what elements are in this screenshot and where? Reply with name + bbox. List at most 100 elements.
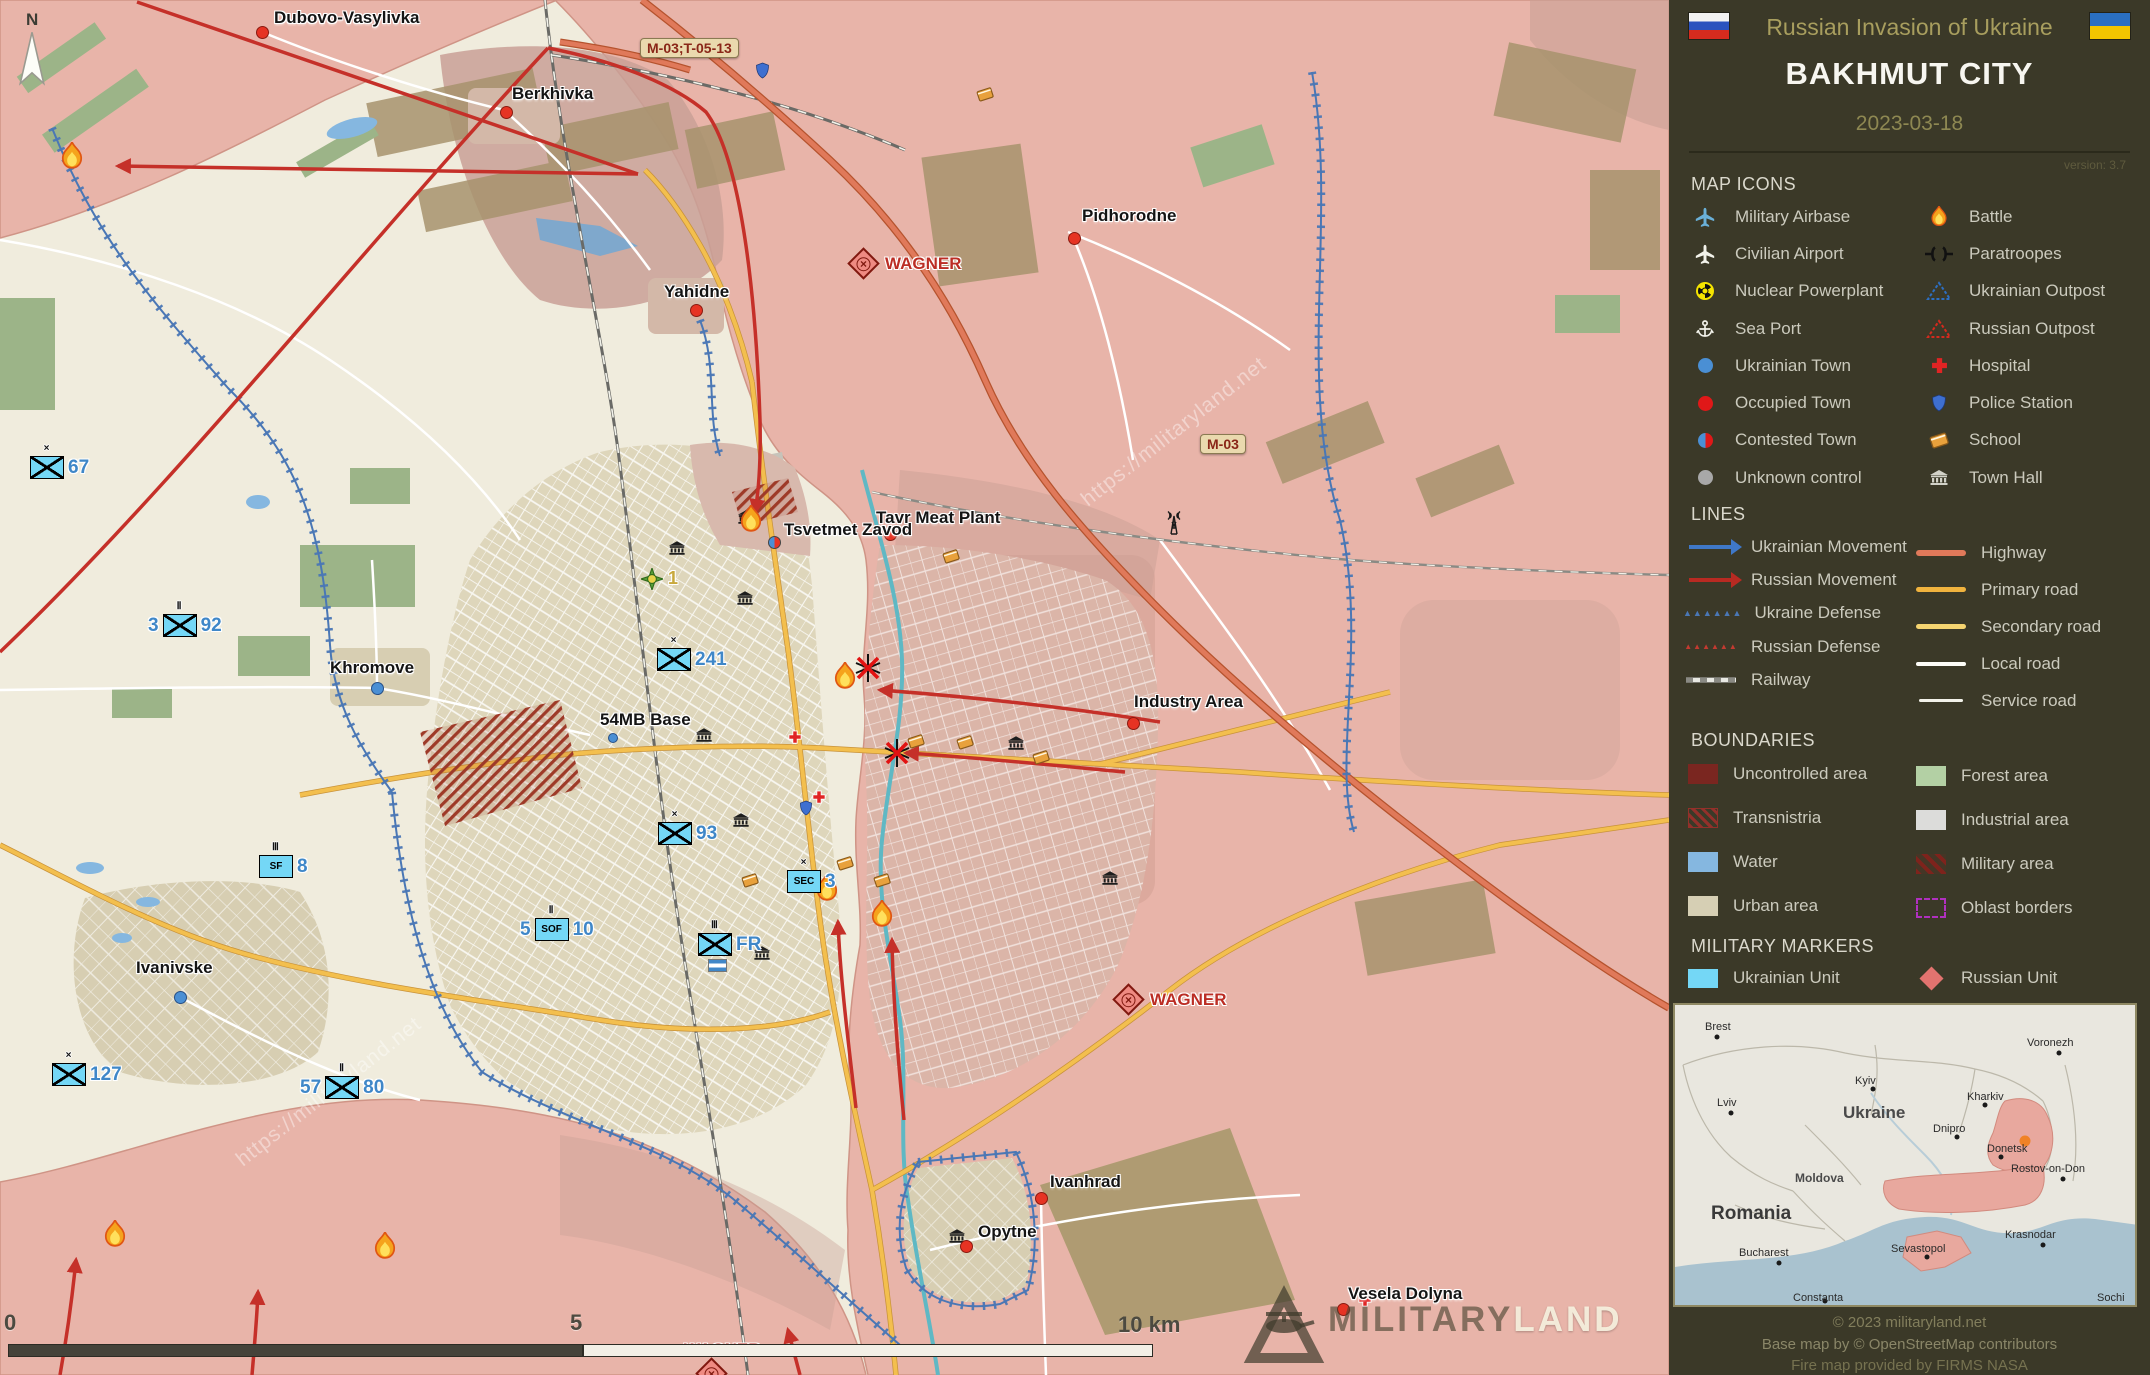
unit-box: ×: [658, 822, 692, 845]
highway-icon: [1913, 550, 1969, 556]
russian-defense-icon: ▲▲▲▲▲▲: [1683, 642, 1739, 651]
russian-unit-icon: [1112, 983, 1145, 1016]
ukrainian-unit-marker: 57 Ⅱ 80: [300, 1076, 384, 1099]
town-label: Ivanhrad: [1050, 1172, 1121, 1192]
ukrainian-town-icon: [1687, 358, 1723, 373]
ukrainian-unit-marker: × 67: [30, 456, 89, 479]
inset-city: Kyiv: [1855, 1075, 1876, 1087]
russian-movement-icon: [1683, 578, 1739, 582]
legend-item: Primary road: [1913, 571, 2101, 608]
legend-item: Ukrainian Outpost: [1921, 273, 2105, 310]
version-label: version: 3.7: [2064, 158, 2126, 172]
occupied-town-dot: [1035, 1192, 1048, 1205]
map-title: BAKHMUT CITY: [1669, 56, 2150, 92]
logo-military: MILITARY: [1328, 1300, 1513, 1339]
oblast-borders-swatch: [1913, 898, 1949, 918]
scale-ten: 10 km: [1118, 1312, 1180, 1338]
scale-zero: 0: [4, 1310, 16, 1336]
legend-panel: Russian Invasion of Ukraine BAKHMUT CITY…: [1669, 0, 2150, 1375]
legend-item: Secondary road: [1913, 608, 2101, 645]
secondary-road-icon: [1913, 624, 1969, 629]
unit-number: 92: [201, 615, 222, 637]
map-date: 2023-03-18: [1669, 112, 2150, 136]
legend-item: Military Airbase: [1687, 198, 1883, 235]
unit-number: 67: [68, 457, 89, 479]
inset-country: Ukraine: [1843, 1103, 1905, 1123]
town-label: Ivanivske: [136, 958, 213, 978]
industrial-area-swatch: [1913, 810, 1949, 830]
occupied-town-dot: [960, 1240, 973, 1253]
occupied-town-dot: [1068, 232, 1081, 245]
map-icons-column-1: Military Airbase Civilian Airport Nuclea…: [1687, 198, 1883, 496]
russian-unit-label: WAGNER: [1150, 990, 1227, 1010]
occupied-town-icon: [1687, 396, 1723, 411]
military-markers-column-2: Russian Unit: [1913, 958, 2057, 998]
railway-icon: [1683, 677, 1739, 683]
unit-echelon: ×: [44, 443, 51, 454]
legend-item: ▲▲▲▲▲▲Ukraine Defense: [1683, 597, 1907, 630]
military-airbase-icon: [1687, 206, 1723, 228]
unit-type: SOF: [536, 919, 568, 940]
legend-item: Russian Outpost: [1921, 310, 2105, 347]
unit-number: 8: [297, 856, 308, 878]
town-label: Khromove: [330, 658, 414, 678]
road-sign: M-03;T-05-13: [640, 38, 739, 58]
water-swatch: [1685, 852, 1721, 872]
inset-city: Bucharest: [1739, 1247, 1789, 1259]
base-label: 54MB Base: [600, 710, 691, 730]
legend-item: Nuclear Powerplant: [1687, 273, 1883, 310]
russian-unit-label: WAGNER: [885, 254, 962, 274]
legend-item: Town Hall: [1921, 459, 2105, 496]
legend-item: Ukrainian Unit: [1685, 958, 1840, 998]
section-map-icons: MAP ICONS: [1691, 174, 1796, 195]
town-label: Tsvetmet Zavod: [784, 520, 912, 540]
section-lines: LINES: [1691, 504, 1746, 525]
legend-item: Service road: [1913, 682, 2101, 719]
ukrainian-unit-marker: × 93: [658, 822, 717, 845]
emblem-number: 1: [668, 568, 678, 589]
unit-echelon: Ⅱ: [339, 1063, 345, 1074]
town-label: Yahidne: [664, 282, 729, 302]
ukrainian-town-dot: [174, 991, 187, 1004]
basemap-credit-line: Base map by © OpenStreetMap contributors: [1669, 1336, 2150, 1353]
legend-item: Hospital: [1921, 347, 2105, 384]
ukrainian-unit-marker: × 241: [657, 648, 727, 671]
paratroopes-icon: [1921, 246, 1957, 262]
uncontrolled-area-swatch: [1685, 764, 1721, 784]
legend-item: Industrial area: [1913, 798, 2073, 842]
ukraine-overview-inset: Brest Voronezh Kyiv Lviv Kharkiv Ukraine…: [1673, 1003, 2137, 1307]
ukrainian-town-dot: [371, 682, 384, 695]
unit-echelon: ×: [801, 857, 808, 868]
legend-item: Paratroopes: [1921, 235, 2105, 272]
legend-item: Transnistria: [1685, 796, 1867, 840]
unit-box: ⅢSF: [259, 855, 293, 878]
town-hall-icon: [1921, 470, 1957, 485]
scale-bar-dark: [8, 1344, 583, 1357]
militaryland-logo-icon: [1238, 1276, 1330, 1368]
legend-item: Ukrainian Movement: [1683, 530, 1907, 563]
unit-number: 10: [573, 919, 594, 941]
unit-number: 5: [520, 919, 531, 941]
inset-country: Moldova: [1795, 1171, 1844, 1185]
legend-item: Russian Unit: [1913, 958, 2057, 998]
transnistria-swatch: [1685, 808, 1721, 828]
legend-item: Highway: [1913, 534, 2101, 571]
flag-icon: [708, 959, 727, 972]
map-icons-column-2: Battle Paratroopes Ukrainian Outpost Rus…: [1921, 198, 2105, 496]
legend-item: Military area: [1913, 842, 2073, 886]
unit-box: ⅡSOF: [535, 918, 569, 941]
compass-north-label: N: [26, 10, 38, 30]
legend-item: School: [1921, 422, 2105, 459]
unit-echelon: ×: [672, 809, 679, 820]
occupied-town-dot: [256, 26, 269, 39]
nuclear-powerplant-icon: [1687, 282, 1723, 300]
unit-number: FR: [736, 934, 761, 956]
unit-box: ×: [657, 648, 691, 671]
police-station-icon: [1921, 394, 1957, 412]
legend-item: Battle: [1921, 198, 2105, 235]
legend-item: Sea Port: [1687, 310, 1883, 347]
unit-box: ×SEC: [787, 870, 821, 893]
legend-item: Railway: [1683, 664, 1907, 697]
legend-item: Water: [1685, 840, 1867, 884]
russian-unit-marker: WAGNER: [1117, 988, 1227, 1011]
